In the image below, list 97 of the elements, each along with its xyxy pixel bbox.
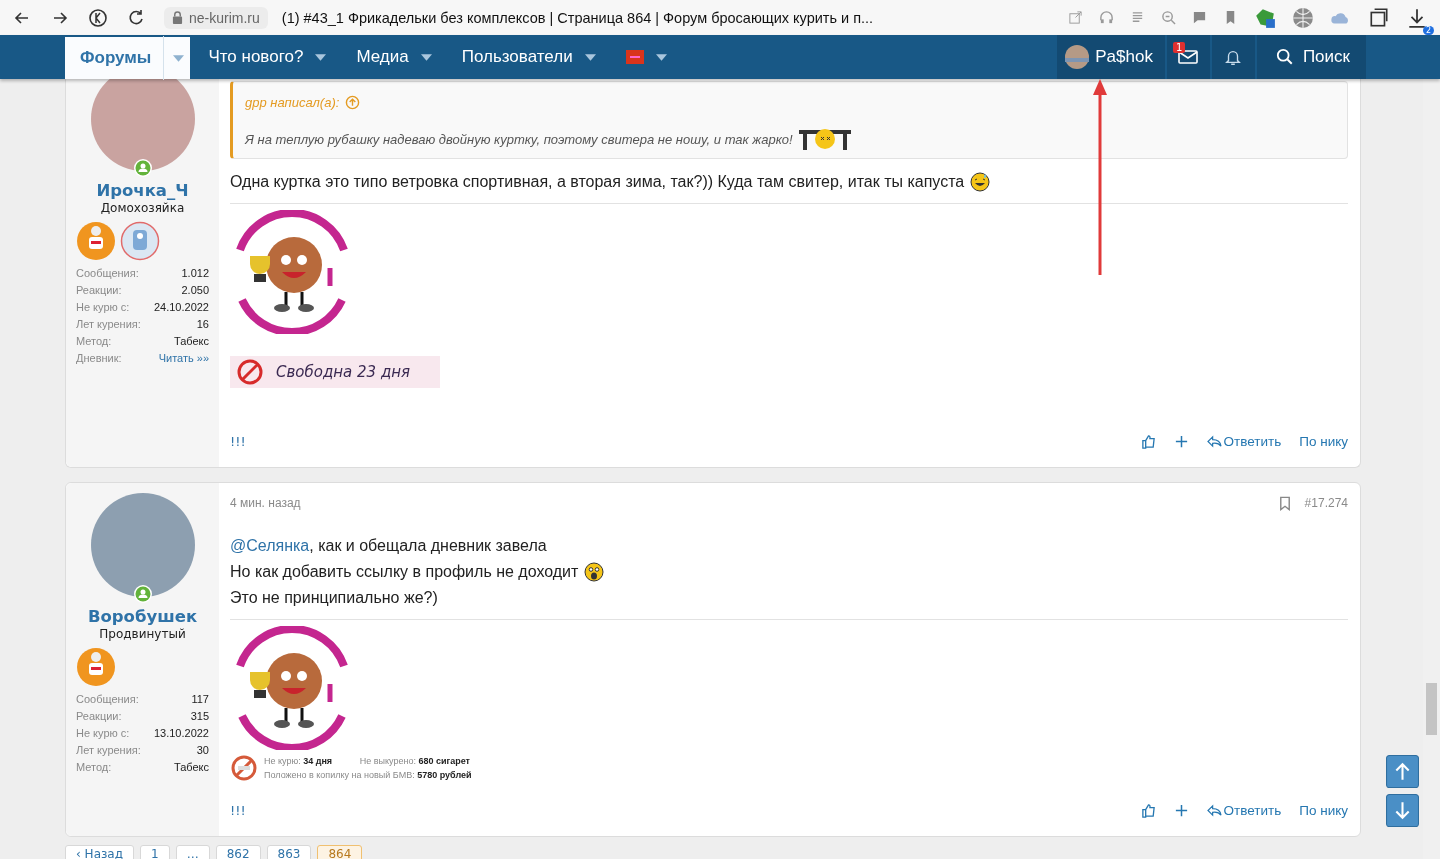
page-title: (1) #43_1 Фрикадельки без комплексов | Страница 864 | Форум бросающих курить и п... bbox=[281, 9, 874, 26]
stat-label: Лет курения: bbox=[76, 317, 141, 332]
search-icon bbox=[1274, 48, 1295, 66]
diary-link[interactable]: Читать »» bbox=[158, 350, 209, 367]
stat-label: Сообщения: bbox=[76, 266, 139, 281]
globe-icon[interactable] bbox=[1292, 6, 1314, 29]
mention-link[interactable]: @Селянка bbox=[230, 533, 310, 559]
thumbs-up-icon[interactable] bbox=[1140, 433, 1156, 449]
page-link[interactable]: 862 bbox=[215, 845, 261, 859]
stat-label: Реакции: bbox=[76, 283, 122, 298]
plus-icon[interactable] bbox=[1173, 433, 1189, 449]
avatar-icon bbox=[1065, 45, 1090, 69]
counter-text: Не курю: 34 дня bbox=[264, 755, 334, 768]
action-link[interactable]: По нику bbox=[1299, 802, 1348, 818]
post-text: Это не принципиально же?) bbox=[230, 588, 438, 608]
post-time[interactable]: 4 мин. назад bbox=[230, 496, 301, 510]
no-smoking-icon bbox=[236, 358, 264, 386]
nav-tab[interactable]: Пользователи bbox=[443, 35, 608, 79]
stat-label: Лет курения: bbox=[76, 743, 141, 758]
emoji-icon bbox=[796, 126, 853, 152]
caret-icon[interactable] bbox=[420, 53, 432, 61]
messages-button[interactable]: 1 bbox=[1166, 35, 1210, 79]
action-link[interactable]: По нику bbox=[1299, 433, 1348, 449]
stat-value: 16 bbox=[196, 317, 209, 332]
stat-label: Дневник: bbox=[76, 351, 122, 366]
post-number[interactable]: #17.274 bbox=[1304, 496, 1348, 510]
nav-tab[interactable]: Форумы bbox=[65, 37, 191, 79]
post-text: Но как добавить ссылку в профиль не доходит bbox=[230, 562, 579, 582]
page-link[interactable]: 864 bbox=[317, 845, 363, 859]
stat-value: 117 bbox=[191, 692, 209, 707]
stat-label: Сообщения: bbox=[76, 692, 139, 707]
alerts-button[interactable] bbox=[1211, 35, 1255, 79]
grin-sweat-emoji-icon bbox=[970, 172, 991, 192]
action-link[interactable]: Ответить bbox=[1206, 802, 1282, 818]
reply-icon bbox=[1206, 434, 1222, 448]
stat-value: 30 bbox=[196, 743, 209, 758]
address-field[interactable]: ne-kurim.ru bbox=[164, 6, 268, 29]
scrollbar-thumb[interactable] bbox=[1426, 683, 1437, 735]
post-text: , как и обещала дневник завела bbox=[309, 536, 547, 556]
signature-text: !!! bbox=[230, 433, 246, 449]
stat-value: 1.012 bbox=[181, 266, 209, 281]
headphones-icon[interactable] bbox=[1099, 10, 1114, 25]
collections-icon[interactable] bbox=[1368, 6, 1390, 29]
counter-text: Не выкурено: 680 сигарет bbox=[359, 755, 471, 768]
page-link[interactable]: ‹ Назад bbox=[65, 845, 135, 859]
caret-icon[interactable] bbox=[655, 53, 667, 61]
stat-value: 2.050 bbox=[181, 283, 209, 298]
stat-label: Не курю с: bbox=[76, 726, 130, 741]
username-link[interactable]: Воробушек bbox=[87, 607, 198, 626]
username-link[interactable]: Ирочка_Ч bbox=[96, 181, 189, 200]
zoom-icon[interactable] bbox=[1161, 10, 1176, 25]
reader-icon[interactable] bbox=[1130, 10, 1145, 25]
extension-icon[interactable] bbox=[1254, 6, 1276, 29]
post-text: Одна куртка это типо ветровка спортивная, а вторая зима, так?)) Куда там свитер, итак ты капуста bbox=[230, 172, 965, 192]
nav-tab[interactable]: Что нового? bbox=[190, 35, 339, 79]
robot-award-icon[interactable] bbox=[120, 221, 160, 261]
stat-value: 24.10.2022 bbox=[153, 300, 209, 315]
chef-award-icon[interactable] bbox=[76, 221, 116, 261]
bookmark-icon[interactable] bbox=[1278, 495, 1291, 511]
user-title: Продвинутый bbox=[99, 627, 186, 641]
signature-text: !!! bbox=[230, 802, 246, 818]
user-title: Домохозяйка bbox=[100, 201, 185, 215]
stat-value: 315 bbox=[190, 709, 209, 724]
caret-icon[interactable] bbox=[315, 53, 327, 61]
sos-icon bbox=[625, 50, 644, 64]
stat-value: Табекс bbox=[173, 334, 209, 349]
no-smoking-icon bbox=[230, 754, 258, 782]
browser-logo-icon[interactable] bbox=[88, 7, 108, 28]
page-link[interactable]: … bbox=[175, 845, 210, 859]
shocked-emoji-icon bbox=[584, 562, 605, 582]
chat-icon[interactable] bbox=[1192, 10, 1207, 25]
stat-label: Метод: bbox=[76, 334, 112, 349]
plus-icon[interactable] bbox=[1173, 802, 1189, 818]
stat-label: Метод: bbox=[76, 760, 112, 775]
arrow-up-circle-icon[interactable] bbox=[345, 94, 361, 110]
download-count-badge: 2 bbox=[1422, 25, 1434, 35]
nav-tab[interactable]: Медиа bbox=[338, 35, 444, 79]
search-button[interactable]: Поиск bbox=[1256, 35, 1366, 79]
stat-value: 13.10.2022 bbox=[153, 726, 209, 741]
quote-text: Я на теплую рубашку надеваю двойную куртку, поэтому свитера не ношу, и так жарко! bbox=[245, 131, 793, 147]
page-link[interactable]: 1 bbox=[140, 845, 170, 859]
chef-award-icon[interactable] bbox=[76, 647, 116, 687]
stat-label: Не курю с: bbox=[76, 300, 130, 315]
scroll-up-button[interactable] bbox=[1386, 755, 1419, 788]
stat-value: Табекс bbox=[173, 760, 209, 775]
scroll-down-button[interactable] bbox=[1386, 794, 1419, 827]
reply-icon bbox=[1206, 803, 1222, 817]
action-link[interactable]: Ответить bbox=[1206, 433, 1282, 449]
caret-icon[interactable] bbox=[584, 53, 596, 61]
banner-text: Свободна 23 дня bbox=[276, 363, 411, 381]
stat-label: Реакции: bbox=[76, 709, 122, 724]
page-link[interactable]: 863 bbox=[266, 845, 312, 859]
user-menu[interactable]: Pa$hok bbox=[1057, 35, 1165, 79]
unread-badge: 1 bbox=[1172, 42, 1186, 53]
lock-icon bbox=[172, 11, 183, 24]
counter-text: Положено в копилку на новый БМВ: 5780 рублей bbox=[264, 769, 472, 782]
thumbs-up-icon[interactable] bbox=[1140, 802, 1156, 818]
